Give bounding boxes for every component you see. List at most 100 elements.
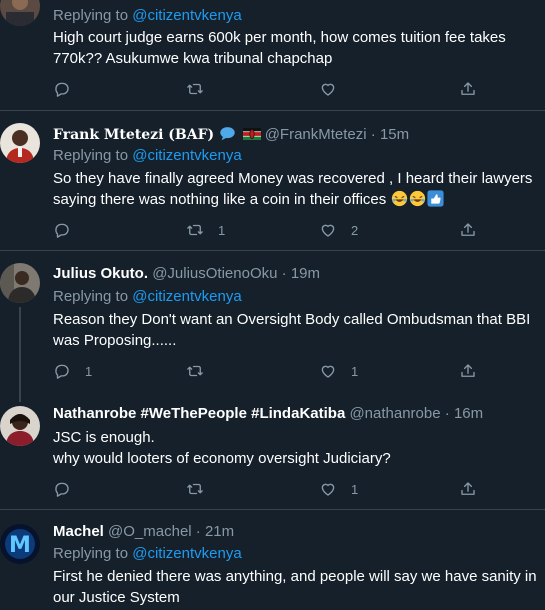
avatar[interactable] bbox=[0, 263, 40, 303]
reply-button[interactable]: 1 bbox=[53, 361, 92, 381]
retweet-icon bbox=[187, 224, 203, 236]
separator-dot: · bbox=[370, 126, 376, 143]
mention-link[interactable]: @citizentvkenya bbox=[132, 288, 241, 305]
avatar[interactable] bbox=[0, 0, 40, 26]
retweet-icon bbox=[187, 83, 203, 95]
avatar[interactable] bbox=[0, 406, 40, 446]
thread-connector bbox=[19, 307, 21, 390]
tweet-text: High court judge earns 600k per month, h… bbox=[53, 27, 538, 69]
heart-icon bbox=[321, 365, 335, 378]
user-handle[interactable]: @nathanrobe bbox=[349, 405, 440, 422]
tweet-text-line: 770k?? Asukumwe kwa tribunal chapchap bbox=[53, 50, 333, 67]
tweet-text: Reason they Don't want an Oversight Body… bbox=[53, 309, 538, 351]
share-icon bbox=[461, 364, 475, 377]
tweet[interactable]: Frank Mtetezi (BAF) @FrankMtetezi · 15m … bbox=[0, 111, 545, 250]
like-button[interactable]: 2 bbox=[319, 220, 358, 240]
action-bar: 1 1 bbox=[53, 361, 483, 381]
tweet-text-line: why would looters of economy oversight J… bbox=[53, 450, 391, 467]
tweet-text-line: JSC is enough. bbox=[53, 429, 155, 446]
timestamp[interactable]: 21m bbox=[205, 523, 234, 540]
tweet-text-line: High court judge earns 600k per month, h… bbox=[53, 29, 506, 46]
share-button[interactable] bbox=[459, 220, 477, 240]
display-name[interactable]: Machel bbox=[53, 523, 104, 540]
retweet-count: 1 bbox=[218, 222, 226, 238]
like-count: 2 bbox=[351, 222, 359, 238]
like-button[interactable]: 1 bbox=[319, 361, 358, 381]
separator-dot: · bbox=[281, 265, 287, 282]
like-count: 1 bbox=[351, 363, 359, 379]
retweet-button[interactable]: 1 bbox=[186, 220, 225, 240]
tweet-header: Nathanrobe #WeThePeople #LindaKatiba @na… bbox=[53, 405, 483, 423]
avatar[interactable]: M bbox=[0, 524, 40, 564]
tweet-text: JSC is enough. why would looters of econ… bbox=[53, 427, 538, 469]
tweet-header: Julius Okuto. @JuliusOtienoOku · 19m bbox=[53, 265, 320, 283]
tweet-text-line: Reason they Don't want an Oversight Body… bbox=[53, 311, 531, 328]
retweet-button[interactable] bbox=[186, 79, 218, 99]
separator-dot: · bbox=[444, 405, 450, 422]
action-bar: 1 2 bbox=[53, 220, 483, 240]
tweet-header: Machel @O_machel · 21m bbox=[53, 523, 234, 541]
share-icon bbox=[461, 223, 475, 236]
like-button[interactable] bbox=[319, 79, 351, 99]
replying-to: Replying to @citizentvkenya bbox=[53, 7, 242, 24]
like-count: 1 bbox=[351, 481, 359, 497]
kenya-flag-icon bbox=[242, 128, 261, 140]
mention-link[interactable]: @citizentvkenya bbox=[132, 7, 241, 24]
retweet-button[interactable] bbox=[186, 479, 218, 499]
svg-text:M: M bbox=[9, 533, 31, 558]
timestamp[interactable]: 19m bbox=[291, 265, 320, 282]
share-button[interactable] bbox=[459, 479, 477, 499]
tweet-text-line: was Proposing...... bbox=[53, 332, 177, 349]
tweet-text-line: saying there was nothing like a coin in … bbox=[53, 189, 538, 210]
speech-bubble-icon bbox=[220, 127, 236, 141]
reply-icon bbox=[55, 223, 69, 238]
display-name[interactable]: Frank Mtetezi (BAF) bbox=[53, 127, 214, 143]
share-button[interactable] bbox=[459, 361, 477, 381]
user-handle[interactable]: @JuliusOtienoOku bbox=[152, 265, 277, 282]
share-icon bbox=[461, 482, 475, 495]
avatar[interactable] bbox=[0, 123, 40, 163]
retweet-button[interactable] bbox=[186, 361, 218, 381]
action-bar: 1 bbox=[53, 479, 483, 499]
like-button[interactable]: 1 bbox=[319, 479, 358, 499]
tweet-text-line: So they have finally agreed Money was re… bbox=[53, 170, 533, 187]
tweet[interactable]: M Machel @O_machel · 21m Replying to @ci… bbox=[0, 510, 545, 610]
heart-icon bbox=[321, 83, 335, 96]
tweet[interactable]: Julius Okuto. @JuliusOtienoOku · 19m Rep… bbox=[0, 251, 545, 390]
reply-button[interactable] bbox=[53, 79, 85, 99]
mention-link[interactable]: @citizentvkenya bbox=[132, 545, 241, 562]
heart-icon bbox=[321, 483, 335, 496]
reply-button[interactable] bbox=[53, 220, 85, 240]
reply-count: 1 bbox=[85, 363, 93, 379]
reply-icon bbox=[55, 482, 69, 497]
tweet-text: First he denied there was anything, and … bbox=[53, 566, 538, 608]
share-button[interactable] bbox=[459, 79, 477, 99]
mention-link[interactable]: @citizentvkenya bbox=[132, 147, 241, 164]
timestamp[interactable]: 16m bbox=[454, 405, 483, 422]
reply-icon bbox=[55, 82, 69, 97]
thread-connector bbox=[19, 390, 21, 402]
display-name[interactable]: Julius Okuto. bbox=[53, 265, 148, 282]
replying-to: Replying to @citizentvkenya bbox=[53, 545, 242, 562]
tweet-header: Frank Mtetezi (BAF) @FrankMtetezi · 15m bbox=[53, 125, 409, 144]
share-icon bbox=[461, 82, 475, 95]
user-handle[interactable]: @O_machel bbox=[108, 523, 192, 540]
laughing-tears-icon bbox=[410, 190, 426, 207]
timestamp[interactable]: 15m bbox=[380, 126, 409, 143]
display-name[interactable]: Nathanrobe #WeThePeople #LindaKatiba bbox=[53, 405, 345, 422]
replying-to: Replying to @citizentvkenya bbox=[53, 288, 242, 305]
heart-icon bbox=[321, 224, 335, 237]
tweet-text-line: First he denied there was anything, and … bbox=[53, 568, 537, 585]
tweet-text: So they have finally agreed Money was re… bbox=[53, 168, 538, 210]
reply-icon bbox=[55, 364, 69, 379]
retweet-icon bbox=[187, 365, 203, 377]
laughing-tears-icon bbox=[392, 190, 408, 207]
thumbs-up-icon bbox=[427, 190, 444, 207]
replying-to: Replying to @citizentvkenya bbox=[53, 147, 242, 164]
tweet[interactable]: Nathanrobe #WeThePeople #LindaKatiba @na… bbox=[0, 390, 545, 509]
tweet[interactable]: Replying to @citizentvkenya High court j… bbox=[0, 0, 545, 110]
reply-button[interactable] bbox=[53, 479, 85, 499]
tweet-text-line: our Justice System bbox=[53, 589, 180, 606]
user-handle[interactable]: @FrankMtetezi bbox=[265, 126, 367, 143]
retweet-icon bbox=[187, 483, 203, 495]
